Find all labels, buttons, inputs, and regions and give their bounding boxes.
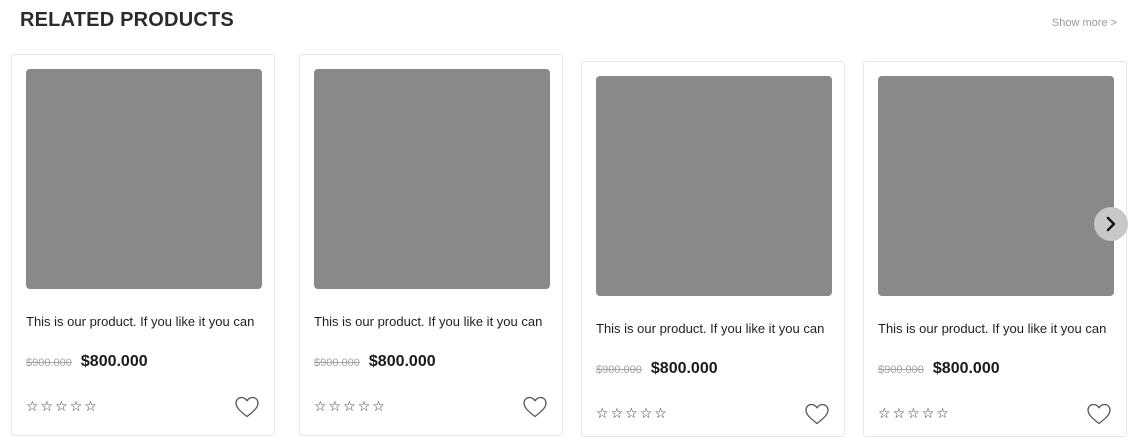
price-row: $900.000 $800.000 xyxy=(878,360,1000,378)
current-price: $800.000 xyxy=(80,353,148,370)
heart-icon[interactable] xyxy=(234,395,260,419)
star-icon[interactable]: ☆ xyxy=(41,399,54,415)
heart-icon[interactable] xyxy=(1086,402,1112,426)
star-icon[interactable]: ☆ xyxy=(358,399,371,415)
star-icon[interactable]: ☆ xyxy=(907,406,920,422)
star-rating[interactable]: ☆ ☆ ☆ ☆ ☆ xyxy=(596,406,667,422)
current-price: $800.000 xyxy=(650,360,718,377)
heart-icon[interactable] xyxy=(522,395,548,419)
carousel-next-button[interactable] xyxy=(1094,207,1128,241)
price-row: $900.000 $800.000 xyxy=(596,360,718,378)
star-icon[interactable]: ☆ xyxy=(611,406,624,422)
star-icon[interactable]: ☆ xyxy=(84,399,97,415)
product-title[interactable]: This is our product. If you like it you … xyxy=(26,314,266,329)
product-card[interactable]: This is our product. If you like it you … xyxy=(863,61,1127,437)
star-rating[interactable]: ☆ ☆ ☆ ☆ ☆ xyxy=(26,399,97,415)
star-rating[interactable]: ☆ ☆ ☆ ☆ ☆ xyxy=(878,406,949,422)
star-icon[interactable]: ☆ xyxy=(596,406,609,422)
star-icon[interactable]: ☆ xyxy=(70,399,83,415)
star-icon[interactable]: ☆ xyxy=(625,406,638,422)
current-price: $800.000 xyxy=(368,353,436,370)
product-card[interactable]: This is our product. If you like it you … xyxy=(299,54,563,436)
old-price: $900.000 xyxy=(26,357,72,369)
star-icon[interactable]: ☆ xyxy=(654,406,667,422)
product-card[interactable]: This is our product. If you like it you … xyxy=(581,61,845,437)
heart-icon[interactable] xyxy=(804,402,830,426)
product-card[interactable]: This is our product. If you like it you … xyxy=(11,54,275,436)
star-icon[interactable]: ☆ xyxy=(640,406,653,422)
price-row: $900.000 $800.000 xyxy=(26,353,148,371)
section-title: RELATED PRODUCTS xyxy=(20,9,234,31)
product-title[interactable]: This is our product. If you like it you … xyxy=(878,321,1118,336)
star-rating[interactable]: ☆ ☆ ☆ ☆ ☆ xyxy=(314,399,385,415)
star-icon[interactable]: ☆ xyxy=(878,406,891,422)
product-image[interactable] xyxy=(878,76,1114,296)
product-image[interactable] xyxy=(26,69,262,289)
product-image[interactable] xyxy=(314,69,550,289)
star-icon[interactable]: ☆ xyxy=(893,406,906,422)
product-title[interactable]: This is our product. If you like it you … xyxy=(596,321,836,336)
star-icon[interactable]: ☆ xyxy=(372,399,385,415)
show-more-link[interactable]: Show more > xyxy=(1052,17,1117,29)
star-icon[interactable]: ☆ xyxy=(343,399,356,415)
star-icon[interactable]: ☆ xyxy=(314,399,327,415)
price-row: $900.000 $800.000 xyxy=(314,353,436,371)
old-price: $900.000 xyxy=(878,364,924,376)
old-price: $900.000 xyxy=(314,357,360,369)
star-icon[interactable]: ☆ xyxy=(329,399,342,415)
star-icon[interactable]: ☆ xyxy=(55,399,68,415)
old-price: $900.000 xyxy=(596,364,642,376)
current-price: $800.000 xyxy=(932,360,1000,377)
star-icon[interactable]: ☆ xyxy=(922,406,935,422)
star-icon[interactable]: ☆ xyxy=(26,399,39,415)
star-icon[interactable]: ☆ xyxy=(936,406,949,422)
product-title[interactable]: This is our product. If you like it you … xyxy=(314,314,554,329)
chevron-right-icon xyxy=(1106,216,1116,232)
product-image[interactable] xyxy=(596,76,832,296)
